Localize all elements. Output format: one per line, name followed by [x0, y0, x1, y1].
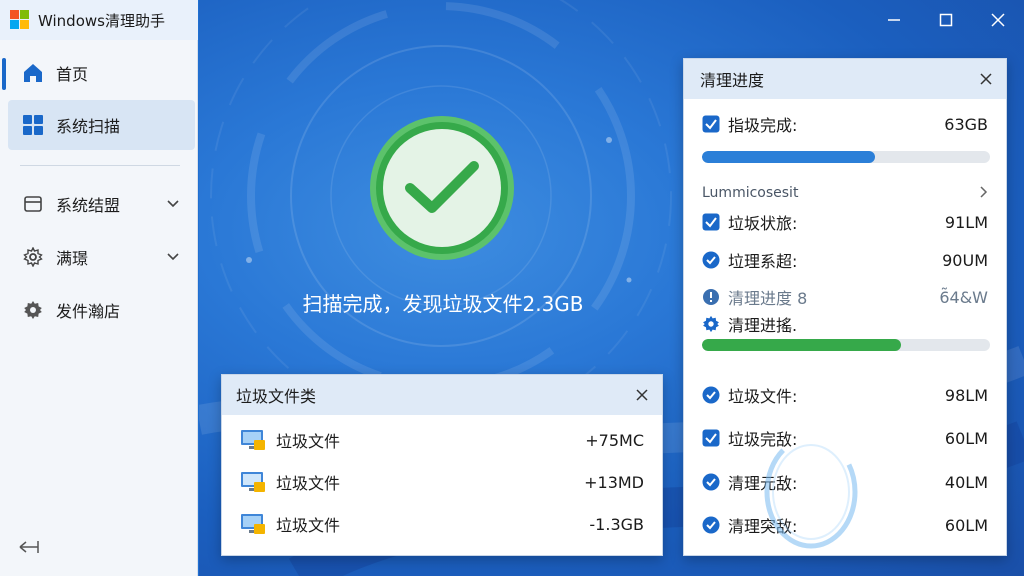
list-item[interactable]: 垃圾文件 +75MC	[222, 419, 662, 461]
windows-logo-icon	[10, 10, 30, 30]
progress-subsection-header[interactable]: Lummicosesit	[702, 181, 990, 205]
grid-icon	[22, 114, 44, 136]
collapse-sidebar-icon[interactable]	[18, 538, 42, 556]
monitor-icon	[241, 430, 265, 450]
sidebar-item-system-scan[interactable]: 系统扫描	[8, 100, 195, 150]
progress-row[interactable]: 垃坂状旅: 91LM	[684, 207, 1006, 237]
progress-row-value: 60LM	[944, 515, 988, 535]
sidebar-item-label: 发件瀚店	[56, 302, 121, 321]
window-controls	[868, 0, 1024, 40]
sidebar-divider	[20, 165, 180, 166]
check-circle-icon[interactable]	[702, 516, 720, 534]
gear-icon	[22, 299, 44, 321]
monitor-icon	[241, 472, 265, 492]
junk-panel-title: 垃圾文件类	[236, 387, 317, 406]
subsection-title: Lummicosesit	[702, 185, 799, 201]
checkbox-checked-icon[interactable]	[702, 429, 720, 447]
scan-result-message: 扫描完成，发现垃圾文件2.3GB	[302, 292, 584, 316]
junk-item-size: -1.3GB	[589, 514, 644, 534]
chevron-right-icon	[980, 186, 988, 198]
close-icon[interactable]	[634, 387, 650, 403]
active-indicator	[2, 58, 6, 90]
progress-bar-secondary	[702, 339, 990, 351]
minimize-icon	[888, 19, 900, 21]
junk-item-name: 垃圾文件	[276, 432, 341, 451]
sidebar: 首页 系统扫描 系统结盟 满璟 发件瀚店	[0, 40, 198, 576]
app-window: Windows清理助手 首页 系统扫描 系统结盟 满璟 发件瀚店 扫描完成，发现…	[0, 0, 1024, 576]
minimize-button[interactable]	[868, 0, 920, 40]
info-circle-icon	[702, 288, 720, 306]
progress-bar-fill	[702, 339, 901, 351]
progress-row[interactable]: 指圾完成: 63GB	[684, 109, 1006, 139]
progress-row[interactable]: 垃理系超: 90UM	[684, 245, 1006, 275]
progress-row-label: 垃理系超:	[728, 252, 798, 271]
progress-row-label: 垃圾文件:	[728, 387, 798, 406]
junk-panel-header: 垃圾文件类	[222, 375, 662, 415]
progress-bar-main	[702, 151, 990, 163]
close-icon[interactable]	[978, 71, 994, 87]
progress-row-label: 清理进搖.	[728, 316, 798, 335]
folder-icon	[22, 193, 44, 215]
maximize-icon	[939, 13, 953, 27]
title-area: Windows清理助手	[0, 0, 198, 40]
sidebar-item-settings[interactable]: 满璟	[8, 232, 195, 282]
junk-item-name: 垃圾文件	[276, 516, 341, 535]
sidebar-item-label: 系统结盟	[56, 196, 121, 215]
junk-item-name: 垃圾文件	[276, 474, 341, 493]
progress-row-value: 63GB	[944, 114, 988, 134]
app-title: Windows清理助手	[38, 11, 165, 30]
monitor-icon	[241, 514, 265, 534]
maximize-button[interactable]	[920, 0, 972, 40]
list-item[interactable]: 垃圾文件 +13MD	[222, 461, 662, 503]
check-circle-icon[interactable]	[702, 386, 720, 404]
progress-row[interactable]: 清理进度 8 6̃4&W	[684, 282, 1006, 312]
check-circle-icon[interactable]	[702, 473, 720, 491]
close-icon	[991, 13, 1005, 27]
checkbox-checked-icon[interactable]	[702, 115, 720, 133]
progress-row-value: 91LM	[944, 212, 988, 232]
progress-row-value: 60LM	[944, 428, 988, 448]
sidebar-item-home[interactable]: 首页	[8, 48, 195, 98]
progress-row-label: 指圾完成:	[728, 116, 798, 135]
junk-item-size: +75MC	[585, 430, 644, 450]
progress-row-label: 垃坂状旅:	[728, 214, 798, 233]
home-icon	[22, 62, 44, 84]
sidebar-item-system-alliance[interactable]: 系统结盟	[8, 179, 195, 229]
chevron-down-icon	[167, 253, 179, 261]
progress-row[interactable]: 垃圾文件: 98LM	[684, 380, 1006, 410]
gear-icon	[702, 315, 720, 333]
checkbox-checked-icon[interactable]	[702, 213, 720, 231]
checkmark-icon	[405, 161, 479, 213]
progress-panel-title: 清理进度	[700, 71, 765, 90]
gear-icon	[22, 246, 44, 268]
junk-files-panel: 垃圾文件类 垃圾文件 +75MC 垃圾文件 +13MD 垃圾文件 -1.3GB	[221, 374, 663, 556]
title-bar: Windows清理助手	[0, 0, 1024, 40]
progress-row-value: 6̃4&W	[939, 287, 988, 307]
progress-row-value: 90UM	[942, 250, 988, 270]
progress-row-label: 清理进度 8	[728, 289, 808, 308]
scan-complete-badge	[370, 116, 514, 260]
sidebar-item-label: 系统扫描	[56, 117, 121, 136]
check-circle-icon[interactable]	[702, 251, 720, 269]
junk-item-size: +13MD	[584, 472, 644, 492]
progress-row-value: 40LM	[944, 472, 988, 492]
loading-ring-icon	[764, 435, 858, 549]
sidebar-item-label: 满璟	[56, 249, 89, 268]
progress-panel-header: 清理进度	[684, 59, 1006, 99]
progress-row-value: 98LM	[944, 385, 988, 405]
progress-row[interactable]: 清理进搖.	[684, 309, 1006, 339]
list-item[interactable]: 垃圾文件 -1.3GB	[222, 503, 662, 545]
sidebar-item-label: 首页	[56, 65, 89, 84]
sidebar-item-outbox[interactable]: 发件瀚店	[8, 285, 195, 335]
close-button[interactable]	[972, 0, 1024, 40]
chevron-down-icon	[167, 200, 179, 208]
progress-bar-fill	[702, 151, 875, 163]
